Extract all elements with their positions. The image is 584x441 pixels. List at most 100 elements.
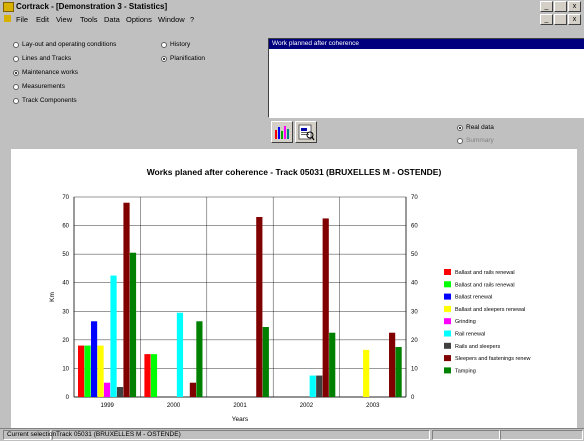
category-option-measurements[interactable]: Measurements xyxy=(13,83,65,90)
data-option-label: Summary xyxy=(466,137,494,144)
bar xyxy=(196,321,203,397)
bar xyxy=(144,354,151,397)
status-bar: Current selection Track 05031 (BRUXELLES… xyxy=(0,428,584,440)
maximize-button[interactable] xyxy=(554,1,567,12)
menu-file[interactable]: File xyxy=(16,15,28,24)
legend-swatch xyxy=(444,281,451,288)
close-button[interactable]: x xyxy=(568,1,581,12)
data-option-label: Real data xyxy=(466,124,494,131)
document-icon[interactable] xyxy=(4,15,11,22)
bar xyxy=(84,345,91,397)
radio-button[interactable] xyxy=(13,69,19,76)
x-tick-label: 2002 xyxy=(300,403,314,409)
radio-button[interactable] xyxy=(457,137,463,144)
legend-label: Tamping xyxy=(455,368,476,374)
child-maximize-button[interactable] xyxy=(554,14,567,25)
print-preview-icon xyxy=(298,124,315,141)
legend-label: Grinding xyxy=(455,319,476,325)
x-axis-label: Years xyxy=(232,416,249,423)
statistics-window: Lay-out and operating conditions Lines a… xyxy=(3,26,584,439)
radio-button[interactable] xyxy=(13,83,19,90)
y-tick-label: 20 xyxy=(62,338,69,344)
bar xyxy=(129,252,137,397)
legend-swatch xyxy=(444,318,451,325)
radio-button[interactable] xyxy=(13,41,19,48)
bar-chart: Works planed after coherence - Track 050… xyxy=(49,167,531,423)
minimize-button[interactable]: _ xyxy=(540,1,553,12)
radio-button[interactable] xyxy=(161,41,167,48)
y-tick-label: 30 xyxy=(62,309,69,315)
menu-tools[interactable]: Tools xyxy=(80,15,98,24)
category-option-layout[interactable]: Lay-out and operating conditions xyxy=(13,41,116,48)
y-tick-label-right: 30 xyxy=(411,309,418,315)
menu-edit[interactable]: Edit xyxy=(36,15,49,24)
data-option-real[interactable]: Real data xyxy=(457,124,494,131)
legend-swatch xyxy=(444,367,451,374)
window-title: Cortrack - [Demonstration 3 - Statistics… xyxy=(16,2,168,11)
child-close-button[interactable]: x xyxy=(568,14,581,25)
bar xyxy=(309,375,316,397)
bar xyxy=(78,345,85,397)
y-tick-label: 60 xyxy=(62,224,69,230)
app-icon xyxy=(3,2,14,12)
radio-button[interactable] xyxy=(13,55,19,62)
y-tick-label-right: 60 xyxy=(411,224,418,230)
bar xyxy=(176,312,184,397)
print-preview-button[interactable] xyxy=(295,121,317,143)
category-label: Measurements xyxy=(22,83,65,90)
menu-data[interactable]: Data xyxy=(104,15,120,24)
statistics-list[interactable]: Work planned after coherence xyxy=(268,38,584,118)
y-tick-label-right: 0 xyxy=(411,395,415,401)
mode-label: History xyxy=(170,41,191,48)
x-tick-label: 1999 xyxy=(101,403,115,409)
bar xyxy=(322,218,329,397)
legend-label: Rails and sleepers xyxy=(455,344,500,350)
radio-button[interactable] xyxy=(13,97,19,104)
bar xyxy=(262,327,269,397)
y-tick-label-right: 10 xyxy=(411,366,418,372)
bar xyxy=(116,387,124,397)
bar-chart-button[interactable] xyxy=(271,121,293,143)
bar xyxy=(189,382,197,397)
legend-swatch xyxy=(444,293,451,300)
y-tick-label-right: 70 xyxy=(411,195,418,201)
bar xyxy=(395,347,402,397)
x-tick-label: 2000 xyxy=(167,403,181,409)
y-axis-label: Km xyxy=(49,292,56,302)
y-tick-label: 0 xyxy=(66,395,70,401)
bar xyxy=(150,354,158,397)
mode-label: Planification xyxy=(170,55,206,62)
bar xyxy=(316,375,323,397)
menu-view[interactable]: View xyxy=(56,15,72,24)
legend-label: Sleepers and fastenings renew xyxy=(455,356,531,362)
child-window-controls: _ x xyxy=(540,14,581,25)
radio-button[interactable] xyxy=(457,124,463,131)
child-minimize-button[interactable]: _ xyxy=(540,14,553,25)
menu-help[interactable]: ? xyxy=(190,15,194,24)
list-item-selected[interactable]: Work planned after coherence xyxy=(269,39,584,49)
bar xyxy=(389,332,396,397)
mode-option-planification[interactable]: Planification xyxy=(161,55,205,62)
category-label: Lay-out and operating conditions xyxy=(22,41,117,48)
bar xyxy=(256,217,263,397)
bar-chart-icon xyxy=(275,126,289,139)
y-tick-label: 40 xyxy=(62,281,69,287)
legend-swatch xyxy=(444,342,451,349)
category-option-lines[interactable]: Lines and Tracks xyxy=(13,55,71,62)
category-label: Lines and Tracks xyxy=(22,55,72,62)
radio-button[interactable] xyxy=(161,55,167,62)
y-tick-label-right: 20 xyxy=(411,338,418,344)
mode-option-history[interactable]: History xyxy=(161,41,190,48)
bar xyxy=(123,202,130,397)
menu-window[interactable]: Window xyxy=(158,15,185,24)
data-option-summary[interactable]: Summary xyxy=(457,137,494,144)
chart-title: Works planed after coherence - Track 050… xyxy=(147,167,442,177)
category-option-maintenance[interactable]: Maintenance works xyxy=(13,69,78,76)
y-tick-label-right: 50 xyxy=(411,252,418,258)
legend-label: Ballast and sleepers renewal xyxy=(455,307,525,313)
menu-options[interactable]: Options xyxy=(126,15,152,24)
category-option-components[interactable]: Track Components xyxy=(13,97,77,104)
bar xyxy=(329,332,336,397)
bar xyxy=(363,349,370,397)
menu-bar: File Edit View Tools Data Options Window… xyxy=(0,13,584,25)
